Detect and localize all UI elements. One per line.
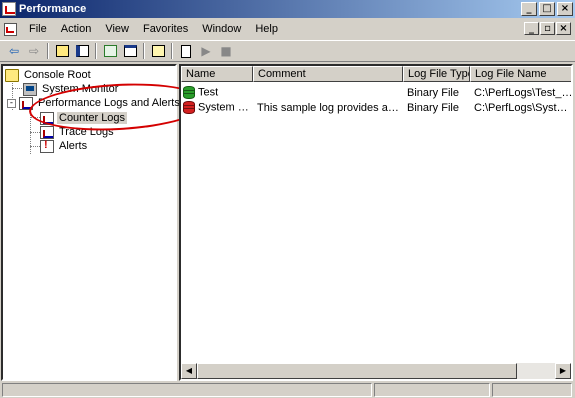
child-close-button[interactable]: ×: [556, 22, 571, 35]
title-bar[interactable]: Performance _ □ ×: [0, 0, 575, 18]
list-row[interactable]: Test Binary File C:\PerfLogs\Test_0...: [181, 85, 573, 100]
minimize-button[interactable]: _: [521, 2, 537, 16]
log-running-icon: [183, 86, 195, 99]
log-list-view[interactable]: Name Comment Log File Type Log File Name…: [179, 64, 573, 381]
up-folder-icon[interactable]: [52, 42, 72, 60]
close-button[interactable]: ×: [557, 2, 573, 16]
toolbar-separator: [95, 43, 97, 59]
tree-item-counter-logs[interactable]: Counter Logs: [40, 111, 128, 125]
show-hide-tree-icon[interactable]: [72, 42, 92, 60]
menu-favorites[interactable]: Favorites: [136, 20, 195, 38]
new-log-icon[interactable]: [176, 42, 196, 60]
forward-icon[interactable]: ⇨: [24, 42, 44, 60]
log-name: Test: [198, 86, 219, 99]
list-header: Name Comment Log File Type Log File Name: [181, 66, 571, 82]
tree-item-trace-logs[interactable]: Trace Logs: [40, 125, 116, 139]
tree-item-performance-logs[interactable]: - Performance Logs and Alerts: [7, 96, 182, 110]
menu-bar: File Action View Favorites Window Help _…: [0, 19, 575, 39]
toolbar: ⇦ ⇨ ▶ ■: [0, 40, 575, 62]
menu-help[interactable]: Help: [248, 20, 285, 38]
window-title: Performance: [19, 3, 87, 15]
collapse-toggle[interactable]: -: [7, 98, 16, 108]
column-header-log-file-name[interactable]: Log File Name: [470, 66, 571, 82]
status-panel: [2, 383, 372, 397]
maximize-button[interactable]: □: [539, 2, 555, 16]
tree-item-system-monitor[interactable]: System Monitor: [23, 82, 120, 96]
column-header-log-file-type[interactable]: Log File Type: [403, 66, 470, 82]
menu-action[interactable]: Action: [54, 20, 99, 38]
counter-logs-icon: [40, 111, 54, 125]
menu-window[interactable]: Window: [195, 20, 248, 38]
toolbar-separator: [47, 43, 49, 59]
scrollbar-thumb[interactable]: [197, 363, 517, 379]
back-icon[interactable]: ⇦: [4, 42, 24, 60]
column-header-comment[interactable]: Comment: [253, 66, 403, 82]
child-window-controls: _ ▫ ×: [524, 22, 571, 35]
column-header-name[interactable]: Name: [181, 66, 253, 82]
list-row[interactable]: System O... This sample log provides an …: [181, 100, 573, 115]
performance-app-icon[interactable]: [2, 2, 16, 16]
folder-icon: [5, 68, 19, 82]
log-file-name: C:\PerfLogs\Test_0...: [474, 86, 573, 99]
refresh-icon[interactable]: [100, 42, 120, 60]
export-list-icon[interactable]: [120, 42, 140, 60]
alert-icon: [40, 139, 54, 153]
help-icon[interactable]: [148, 42, 168, 60]
log-name: System O...: [198, 101, 253, 114]
log-file-name: C:\PerfLogs\System...: [474, 101, 573, 114]
document-system-icon[interactable]: [2, 21, 18, 37]
status-bar: [0, 383, 575, 398]
stop-icon[interactable]: ■: [216, 42, 236, 60]
log-comment: This sample log provides an o...: [257, 101, 403, 114]
log-stopped-icon: [183, 101, 195, 114]
status-panel: [374, 383, 490, 397]
scroll-right-icon[interactable]: ▶: [555, 363, 571, 379]
scroll-left-icon[interactable]: ◀: [181, 363, 197, 379]
log-file-type: Binary File: [407, 86, 459, 99]
console-tree[interactable]: Console Root System Monitor - Performanc…: [1, 64, 209, 381]
start-icon[interactable]: ▶: [196, 42, 216, 60]
child-minimize-button[interactable]: _: [524, 22, 539, 35]
toolbar-separator: [171, 43, 173, 59]
system-monitor-icon: [23, 82, 37, 96]
menu-view[interactable]: View: [98, 20, 136, 38]
menu-file[interactable]: File: [22, 20, 54, 38]
tree-item-alerts[interactable]: Alerts: [40, 139, 89, 153]
horizontal-scrollbar[interactable]: ◀ ▶: [181, 363, 571, 379]
performance-logs-icon: [19, 96, 33, 110]
log-file-type: Binary File: [407, 101, 459, 114]
tree-item-console-root[interactable]: Console Root: [5, 68, 93, 82]
window-controls: _ □ ×: [521, 2, 573, 16]
toolbar-separator: [143, 43, 145, 59]
child-restore-button[interactable]: ▫: [540, 22, 555, 35]
trace-logs-icon: [40, 125, 54, 139]
status-panel: [492, 383, 572, 397]
